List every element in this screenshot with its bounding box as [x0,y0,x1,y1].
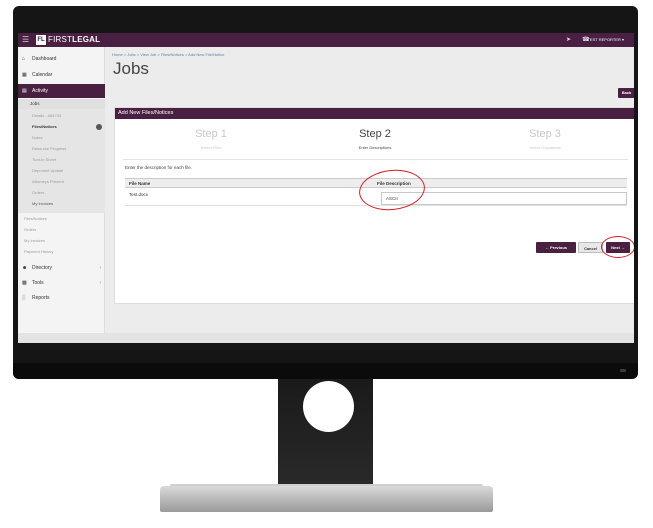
panel-title: Add New Files/Notices [115,108,634,119]
people-icon: ☻ [22,265,28,271]
file-name-cell: Test.docx [129,192,149,197]
annotation-circle-description [357,166,427,214]
active-indicator [96,124,102,130]
nav-reports[interactable]: ░ Reports [18,291,105,305]
logo-mark: FL [36,35,46,45]
chevron-right-icon: › [99,280,101,286]
submenu-details[interactable]: Details - #54733 [32,113,61,118]
brand-logo: FIRSTLEGAL [48,35,101,44]
step-2: Step 2 Enter Descriptions [358,128,392,150]
chevron-right-icon: › [99,265,101,271]
step-3: Step 3 Select Deponents [529,128,561,150]
power-led [620,369,626,372]
add-files-panel: Add New Files/Notices Step 1 Select File… [114,107,634,304]
submenu-orders[interactable]: Orders [32,190,44,195]
cancel-button[interactable]: Cancel [578,242,603,253]
main-content: Home > Jobs > View Job > Files/Notices >… [112,47,634,343]
divider [123,159,628,160]
nav-dashboard[interactable]: ⌂ Dashboard [18,52,105,66]
nav-activity[interactable]: ▤ Activity [18,84,105,98]
submenu-files-notices[interactable]: Files/Notices [32,124,57,129]
annotation-circle-next [601,236,634,258]
submenu-resource-progress[interactable]: Resource Progress [32,146,66,151]
submenu-notes[interactable]: Notes [32,135,42,140]
screen: ☰ FL FIRSTLEGAL ➤ ☎ TEST REPORTER ▾ ⌂ Da… [18,33,634,343]
home-icon: ⌂ [22,56,26,62]
nav-directory[interactable]: ☻ Directory › [18,261,105,275]
back-button[interactable]: Back [618,88,634,98]
submenu-attorneys-present[interactable]: Attorneys Present [32,179,64,184]
folder-icon: ▤ [22,88,27,94]
monitor-chin [13,363,638,379]
step-1: Step 1 Select Files [195,128,227,150]
breadcrumb[interactable]: Home > Jobs > View Job > Files/Notices >… [112,52,224,57]
nav-files-notices[interactable]: Files/Notices [24,216,47,221]
stand-cable-hole [303,381,354,432]
submenu-my-invoices[interactable]: My Invoices [32,201,53,206]
nav-calendar[interactable]: ▦ Calendar [18,68,105,82]
monitor-stand-base [160,486,493,512]
submenu-deponent-update[interactable]: Deponent Update [32,168,63,173]
nav-my-invoices[interactable]: My Invoices [24,238,45,243]
footer-strip [18,333,634,343]
submenu-turn-in-sheet[interactable]: Turn-in Sheet [32,157,56,162]
chart-icon: ░ [22,295,26,301]
nav-tools[interactable]: ▩ Tools › [18,276,105,290]
hamburger-menu-icon[interactable]: ☰ [22,35,29,44]
nav-jobs[interactable]: Jobs [18,99,105,109]
app-header: ☰ FL FIRSTLEGAL ➤ ☎ TEST REPORTER ▾ [18,33,634,47]
nav-payment-history[interactable]: Payment History [24,249,53,254]
send-icon[interactable]: ➤ [566,36,571,43]
sidebar: ⌂ Dashboard ▦ Calendar ▤ Activity Jobs D… [18,47,105,343]
calendar-icon: ▦ [22,72,27,78]
instruction-text: Enter the description for each file. [125,165,193,170]
previous-button[interactable]: ← Previous [536,242,576,253]
tools-icon: ▩ [22,280,27,286]
user-menu[interactable]: TEST REPORTER ▾ [587,37,624,42]
nav-orders[interactable]: Orders [24,227,36,232]
page-title: Jobs [113,59,149,78]
column-header-file-name: File Name [129,181,151,186]
